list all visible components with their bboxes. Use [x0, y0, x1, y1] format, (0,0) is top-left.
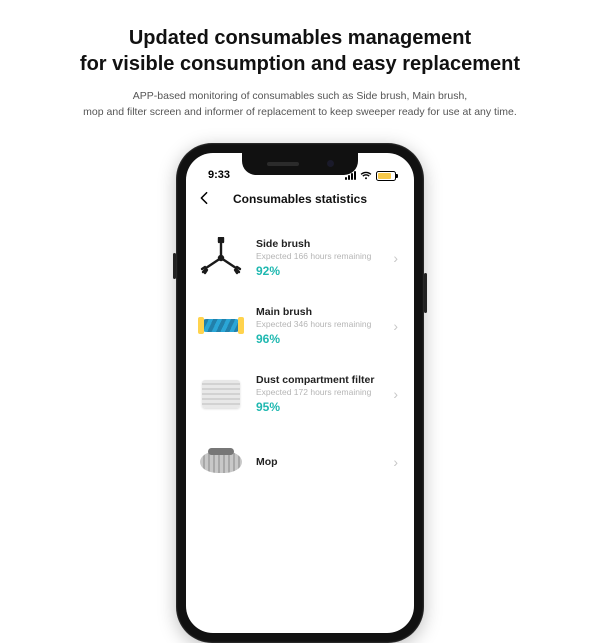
item-remaining: Expected 346 hours remaining [256, 319, 379, 329]
wifi-icon [360, 171, 372, 180]
chevron-right-icon: › [393, 386, 398, 402]
hero-title: Updated consumables management for visib… [0, 25, 600, 77]
item-percent: 95% [256, 400, 379, 414]
screen-title: Consumables statistics [198, 192, 402, 206]
phone-screen: 9:33 Consumables statistics [186, 153, 414, 633]
item-name: Side brush [256, 238, 379, 250]
phone-notch [242, 153, 358, 175]
main-brush-icon [200, 305, 242, 347]
chevron-right-icon: › [393, 318, 398, 334]
item-name: Dust compartment filter [256, 374, 379, 386]
status-time: 9:33 [200, 169, 230, 181]
chevron-right-icon: › [393, 250, 398, 266]
item-name: Main brush [256, 306, 379, 318]
consumables-list: Side brush Expected 166 hours remaining … [186, 218, 414, 502]
phone-frame: 9:33 Consumables statistics [176, 143, 424, 643]
chevron-right-icon: › [393, 454, 398, 470]
item-percent: 96% [256, 332, 379, 346]
app-header: Consumables statistics [186, 183, 414, 218]
battery-icon [376, 171, 396, 181]
item-remaining: Expected 172 hours remaining [256, 387, 379, 397]
list-item-side-brush[interactable]: Side brush Expected 166 hours remaining … [186, 224, 414, 292]
list-item-filter[interactable]: Dust compartment filter Expected 172 hou… [186, 360, 414, 428]
list-item-mop[interactable]: Mop › [186, 428, 414, 496]
item-name: Mop [256, 456, 379, 468]
side-brush-icon [200, 237, 242, 279]
list-item-main-brush[interactable]: Main brush Expected 346 hours remaining … [186, 292, 414, 360]
item-remaining: Expected 166 hours remaining [256, 251, 379, 261]
mop-icon [200, 441, 242, 483]
item-percent: 92% [256, 264, 379, 278]
filter-icon [200, 373, 242, 415]
hero-subtitle: APP-based monitoring of consumables such… [0, 89, 600, 121]
